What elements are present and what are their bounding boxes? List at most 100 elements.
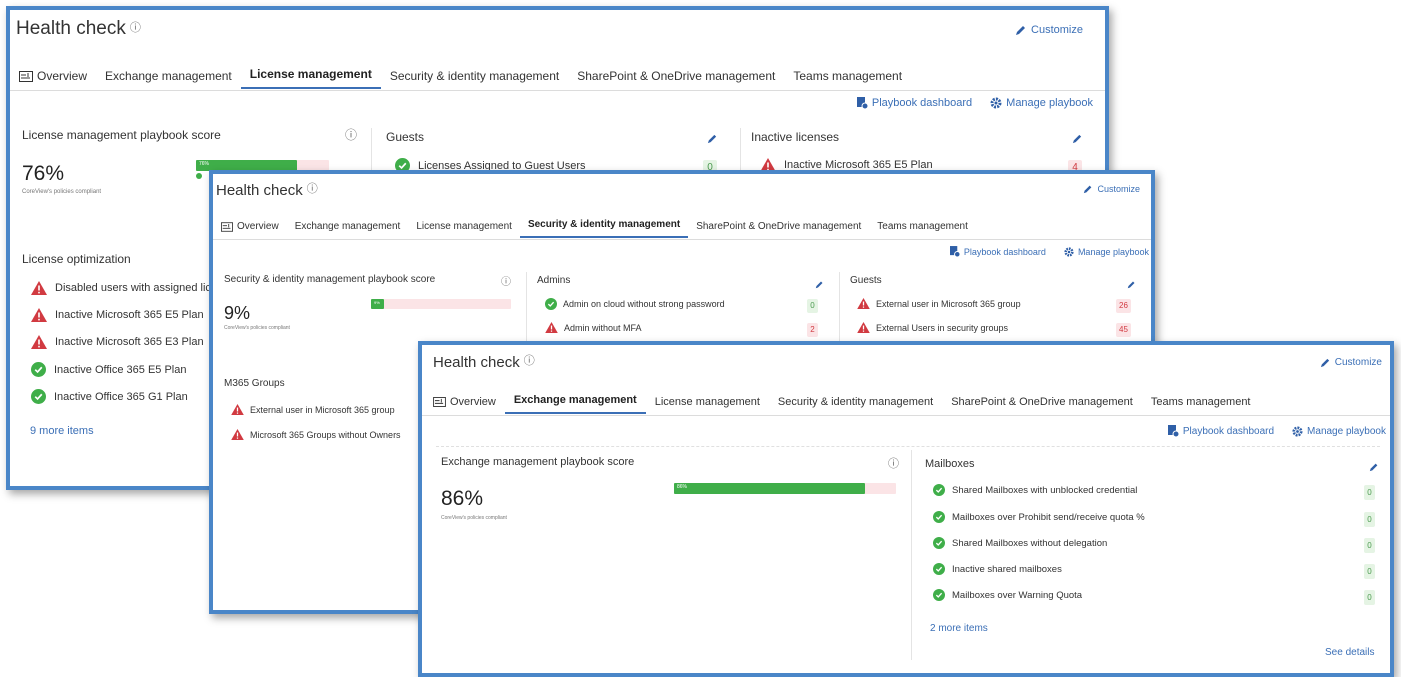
tab-divider [422,415,1390,416]
tab-security-identity-management[interactable]: Security & identity management [769,396,942,414]
warning-triangle-icon [545,322,558,333]
check-circle-icon [31,389,46,404]
admins-title: Admins [537,275,571,286]
tab-security-identity-management[interactable]: Security & identity management [381,69,568,89]
tab-divider [10,90,1105,91]
playbook-dashboard-icon [1167,425,1179,437]
list-item[interactable]: Inactive shared mailboxes [933,563,1062,575]
info-icon[interactable]: ⓘ [130,22,141,34]
list-item[interactable]: Inactive Microsoft 365 E3 Plan [31,335,204,349]
playbook-links: Playbook dashboard Manage playbook [856,97,1093,109]
check-circle-icon [933,537,945,549]
tab-license-management[interactable]: License management [646,396,769,414]
guests-title: Guests [850,275,882,286]
page-title: Health check ⓘ [216,182,318,199]
score-progress-fill: 86% [674,483,865,494]
page-title: Health check ⓘ [433,354,535,371]
edit-guests-icon[interactable] [1127,276,1136,294]
mailboxes-title: Mailboxes [925,458,975,470]
list-item[interactable]: Mailboxes over Prohibit send/receive quo… [933,511,1145,523]
list-item[interactable]: Inactive Microsoft 365 E5 Plan [31,308,204,322]
list-item[interactable]: Microsoft 365 Groups without Owners [231,429,401,440]
info-icon[interactable]: ⓘ [345,126,357,143]
count-badge: 0 [1364,564,1375,579]
warning-triangle-icon [31,308,47,322]
info-icon[interactable]: ⓘ [307,183,318,195]
info-icon[interactable]: ⓘ [524,355,535,367]
list-item[interactable]: Admin on cloud without strong password [545,298,725,310]
score-value: 9% [224,303,251,323]
compliance-caption: CoreView's policies compliant [22,189,102,195]
pencil-icon [1015,24,1027,36]
list-item[interactable]: Shared Mailboxes without delegation [933,537,1107,549]
count-badge: 2 [807,323,818,337]
see-details-link[interactable]: See details [1325,647,1374,658]
tab-overview[interactable]: Overview [424,396,505,414]
list-item[interactable]: Admin without MFA [545,322,642,333]
tab-security-identity-management[interactable]: Security & identity management [519,219,689,238]
list-item[interactable]: External Users in security groups [857,322,1008,333]
count-badge: 0 [807,299,818,313]
tab-bar: Overview Exchange management License man… [424,394,1260,414]
pencil-icon [1320,357,1331,368]
list-item[interactable]: Mailboxes over Warning Quota [933,589,1082,601]
gear-icon [1292,425,1303,437]
tab-sharepoint-onedrive-management[interactable]: SharePoint & OneDrive management [568,69,784,89]
playbook-dashboard-link[interactable]: Playbook dashboard [1167,425,1274,437]
info-icon[interactable]: ⓘ [888,455,899,471]
count-badge: 0 [1364,590,1375,605]
playbook-links: Playbook dashboard Manage playbook [949,246,1149,257]
list-item[interactable]: Inactive Office 365 E5 Plan [31,362,187,377]
divider [436,446,1380,447]
list-item[interactable]: External user in Microsoft 365 group [857,298,1021,309]
list-item[interactable]: Inactive Office 365 G1 Plan [31,389,188,404]
score-value: 76% [22,162,65,185]
edit-guests-icon[interactable] [707,131,718,149]
list-item[interactable]: External user in Microsoft 365 group [231,404,395,415]
edit-mailboxes-icon[interactable] [1369,459,1379,477]
more-items-link[interactable]: 2 more items [930,623,988,634]
tab-sharepoint-onedrive-management[interactable]: SharePoint & OneDrive management [688,221,869,238]
manage-playbook-link[interactable]: Manage playbook [1064,246,1149,257]
gear-icon [1064,246,1074,257]
manage-playbook-link[interactable]: Manage playbook [1292,425,1386,437]
warning-triangle-icon [857,322,870,333]
compliance-caption: CoreView's policies compliant [441,515,507,521]
tab-teams-management[interactable]: Teams management [784,69,911,89]
warning-triangle-icon [231,429,244,440]
info-icon[interactable]: ⓘ [501,273,511,288]
score-title: Exchange management playbook score [441,456,635,468]
score-progress-fill: 9% [371,299,384,309]
warning-triangle-icon [31,335,47,349]
playbook-dashboard-link[interactable]: Playbook dashboard [856,97,972,109]
tab-overview[interactable]: Overview [10,69,96,89]
warning-triangle-icon [857,298,870,309]
edit-inactive-icon[interactable] [1072,131,1083,149]
list-item[interactable]: Shared Mailboxes with unblocked credenti… [933,484,1137,496]
customize-button[interactable]: Customize [1083,184,1140,194]
manage-playbook-link[interactable]: Manage playbook [990,97,1093,109]
gear-icon [990,97,1002,109]
list-item[interactable]: Disabled users with assigned licen [31,281,223,295]
tab-license-management[interactable]: License management [408,221,520,238]
customize-button[interactable]: Customize [1015,24,1083,36]
tab-exchange-management[interactable]: Exchange management [287,221,409,238]
tab-license-management[interactable]: License management [240,67,381,89]
tab-divider [213,239,1151,240]
edit-admins-icon[interactable] [815,276,824,294]
more-items-link[interactable]: 9 more items [30,425,94,437]
m365-groups-title: M365 Groups [224,378,285,389]
tab-teams-management[interactable]: Teams management [1142,396,1260,414]
tab-exchange-management[interactable]: Exchange management [96,69,241,89]
tab-overview[interactable]: Overview [213,221,287,238]
exchange-management-panel: Health check ⓘ Customize Overview Exchang… [418,341,1394,677]
tab-teams-management[interactable]: Teams management [869,221,976,238]
tab-exchange-management[interactable]: Exchange management [504,394,646,414]
tab-sharepoint-onedrive-management[interactable]: SharePoint & OneDrive management [942,396,1142,414]
status-dot [196,173,202,179]
divider [526,272,527,347]
count-badge: 0 [1364,538,1375,553]
playbook-dashboard-link[interactable]: Playbook dashboard [949,246,1046,257]
compliance-caption: CoreView's policies compliant [224,325,290,331]
customize-button[interactable]: Customize [1320,357,1382,368]
